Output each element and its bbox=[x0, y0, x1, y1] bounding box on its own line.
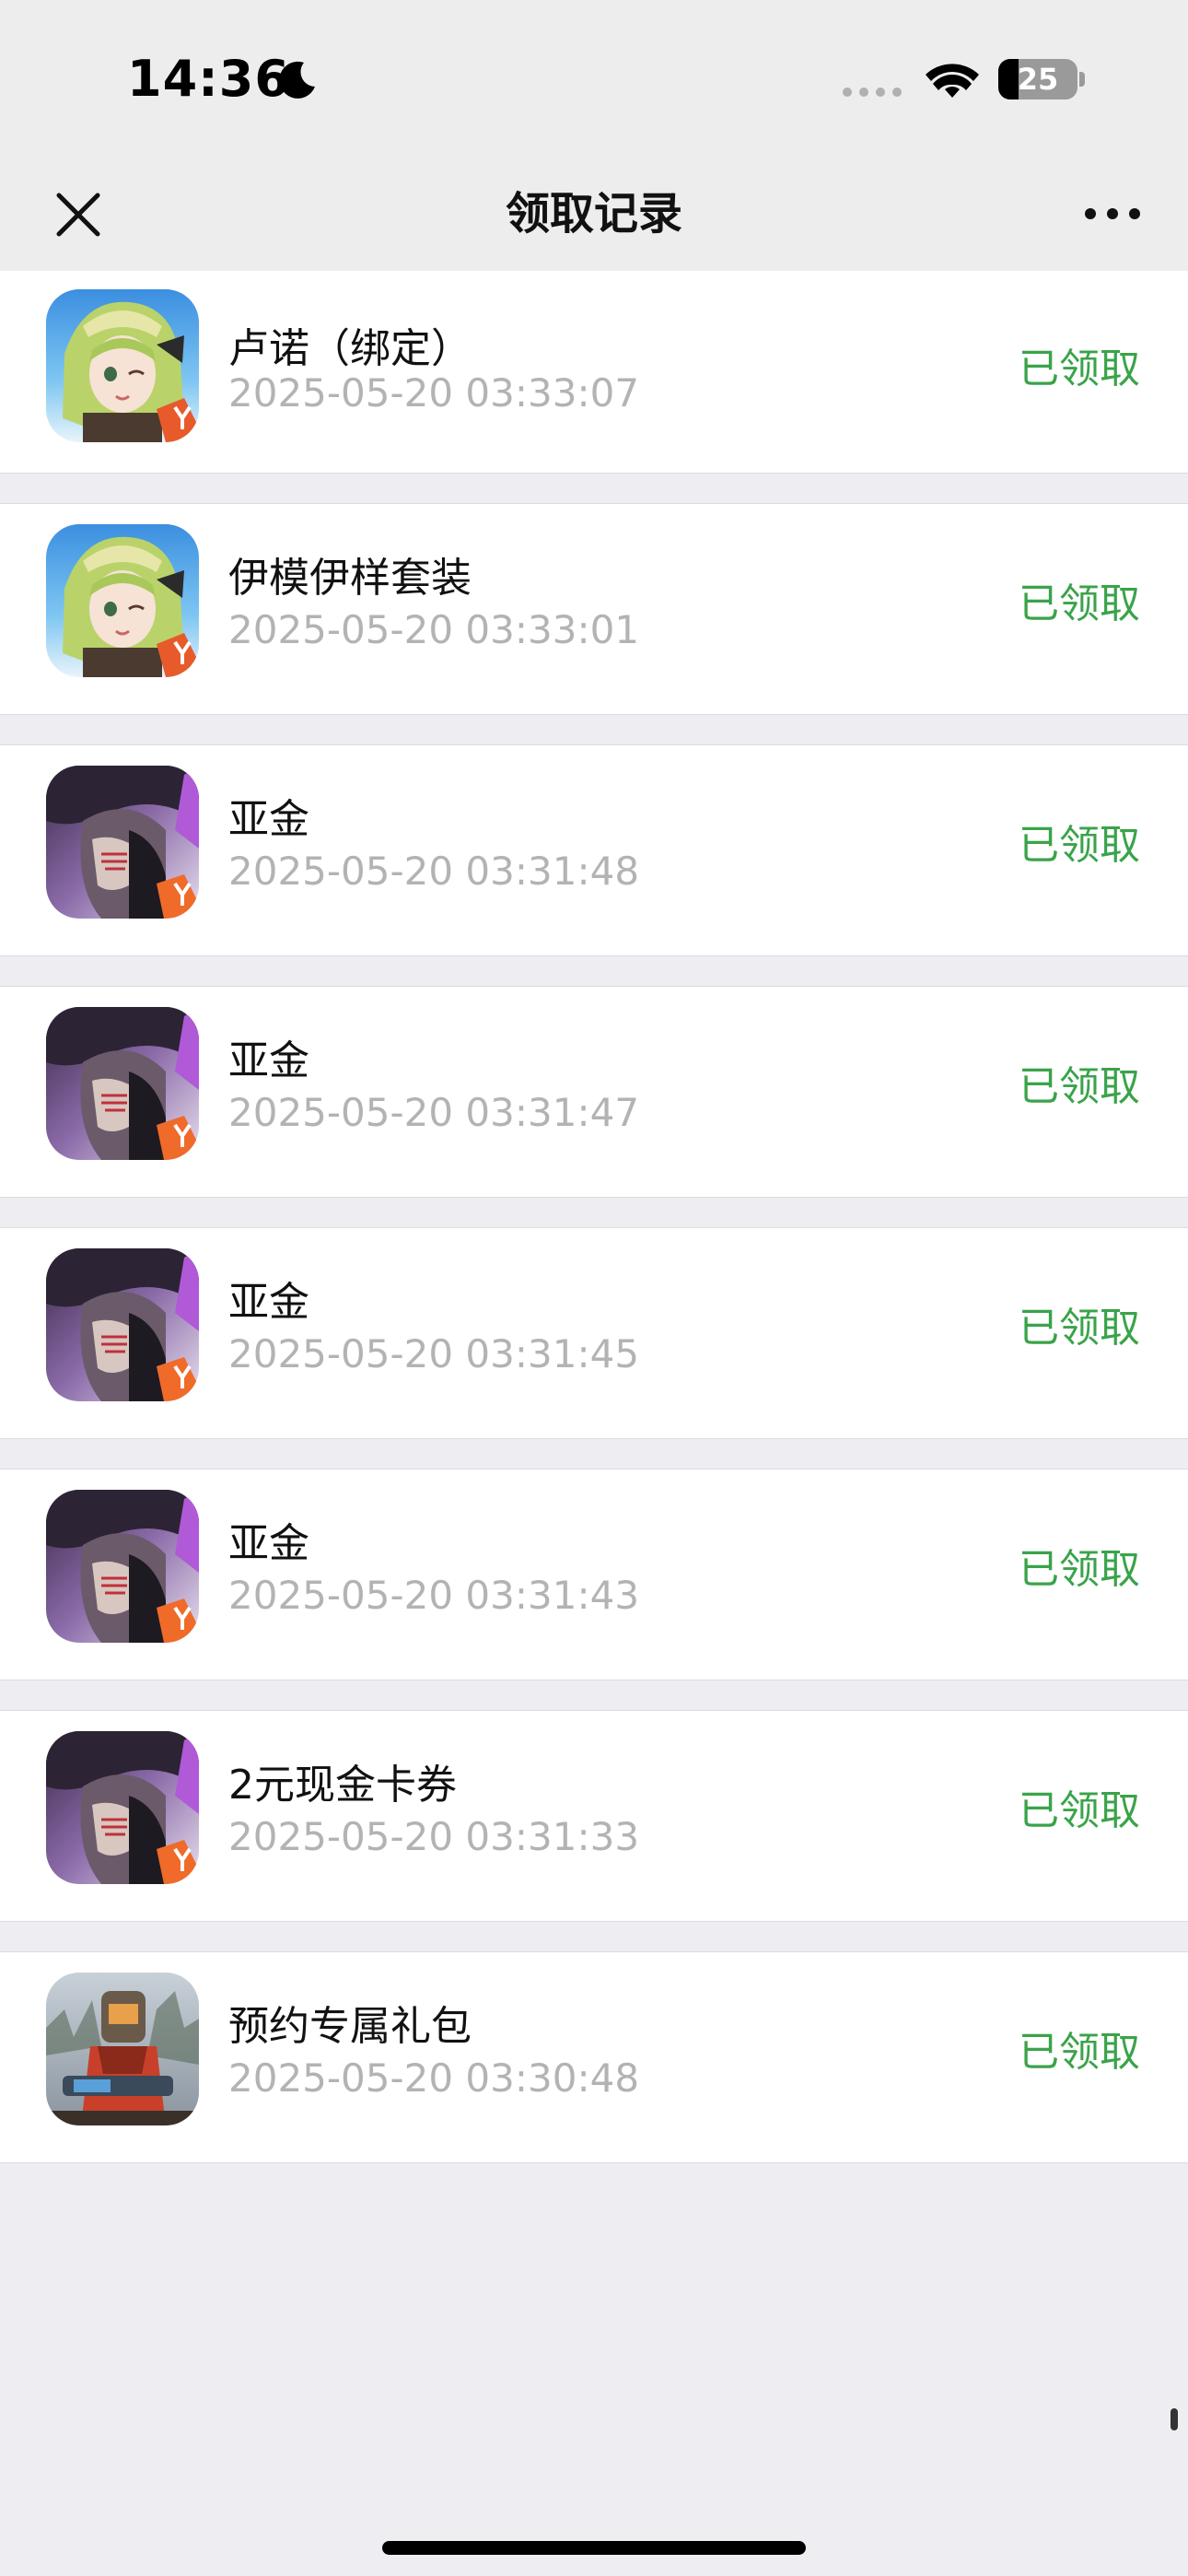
record-status: 已领取 bbox=[1019, 822, 1140, 869]
record-time: 2025-05-20 03:33:01 bbox=[228, 607, 640, 652]
record-list: 卢诺（绑定） 2025-05-20 03:33:07 已领取 伊模伊样套装 2025-… bbox=[0, 271, 1188, 2193]
game-icon-warrior bbox=[46, 1490, 199, 1643]
game-icon-warrior bbox=[46, 1731, 199, 1884]
record-row[interactable]: 伊模伊样套装 2025-05-20 03:33:01 已领取 bbox=[0, 503, 1188, 715]
record-title: 亚金 bbox=[228, 1520, 309, 1567]
record-row[interactable]: 亚金 2025-05-20 03:31:48 已领取 bbox=[0, 744, 1188, 956]
battery-cap bbox=[1079, 72, 1085, 87]
nav-bar: 领取记录 bbox=[0, 157, 1188, 271]
page-title: 领取记录 bbox=[505, 188, 682, 240]
record-time: 2025-05-20 03:31:48 bbox=[228, 849, 640, 894]
record-row[interactable]: 预约专属礼包 2025-05-20 03:30:48 已领取 bbox=[0, 1951, 1188, 2163]
game-icon-warrior bbox=[46, 1007, 199, 1160]
wifi-icon bbox=[926, 64, 979, 98]
record-status: 已领取 bbox=[1019, 580, 1140, 627]
record-status: 已领取 bbox=[1019, 1305, 1140, 1352]
record-time: 2025-05-20 03:33:07 bbox=[228, 370, 640, 416]
record-time: 2025-05-20 03:31:45 bbox=[228, 1331, 640, 1376]
record-title: 亚金 bbox=[228, 1279, 309, 1326]
scroll-indicator[interactable] bbox=[1171, 2408, 1178, 2430]
record-title: 亚金 bbox=[228, 1037, 309, 1084]
record-title: 亚金 bbox=[228, 796, 309, 843]
record-row[interactable]: 卢诺（绑定） 2025-05-20 03:33:07 已领取 bbox=[0, 271, 1188, 474]
record-row[interactable]: 2元现金卡券 2025-05-20 03:31:33 已领取 bbox=[0, 1710, 1188, 1922]
home-indicator[interactable] bbox=[382, 2541, 806, 2555]
record-status: 已领取 bbox=[1019, 1546, 1140, 1593]
record-status: 已领取 bbox=[1019, 345, 1140, 392]
record-time: 2025-05-20 03:31:43 bbox=[228, 1573, 640, 1618]
record-time: 2025-05-20 03:31:33 bbox=[228, 1814, 640, 1859]
signal-icon bbox=[843, 88, 902, 97]
status-time: 14:36 bbox=[127, 50, 290, 108]
game-icon-warrior bbox=[46, 1248, 199, 1401]
game-icon-soldier bbox=[46, 1973, 199, 2125]
moon-icon bbox=[279, 61, 315, 99]
status-bar: 14:36 25 bbox=[0, 0, 1188, 157]
record-title: 卢诺（绑定） bbox=[228, 325, 472, 372]
game-icon-anime-girl bbox=[46, 289, 199, 442]
game-icon-anime-girl bbox=[46, 524, 199, 677]
record-title: 预约专属礼包 bbox=[228, 2003, 472, 2050]
record-row[interactable]: 亚金 2025-05-20 03:31:47 已领取 bbox=[0, 986, 1188, 1198]
record-status: 已领取 bbox=[1019, 1063, 1140, 1110]
record-title: 伊模伊样套装 bbox=[228, 555, 472, 602]
record-time: 2025-05-20 03:30:48 bbox=[228, 2055, 640, 2101]
close-icon[interactable] bbox=[46, 182, 111, 247]
record-status: 已领取 bbox=[1019, 1787, 1140, 1834]
battery-icon: 25 bbox=[998, 59, 1077, 100]
game-icon-warrior bbox=[46, 766, 199, 919]
record-row[interactable]: 亚金 2025-05-20 03:31:43 已领取 bbox=[0, 1469, 1188, 1680]
record-status: 已领取 bbox=[1019, 2029, 1140, 2076]
page: 14:36 25 领取记录 卢诺（绑定） 2025-05-20 03:33:07… bbox=[0, 0, 1188, 2576]
record-time: 2025-05-20 03:31:47 bbox=[228, 1090, 640, 1135]
battery-level: 25 bbox=[1017, 62, 1059, 97]
record-row[interactable]: 亚金 2025-05-20 03:31:45 已领取 bbox=[0, 1227, 1188, 1439]
more-icon[interactable] bbox=[1076, 184, 1149, 243]
record-title: 2元现金卡券 bbox=[228, 1762, 457, 1809]
